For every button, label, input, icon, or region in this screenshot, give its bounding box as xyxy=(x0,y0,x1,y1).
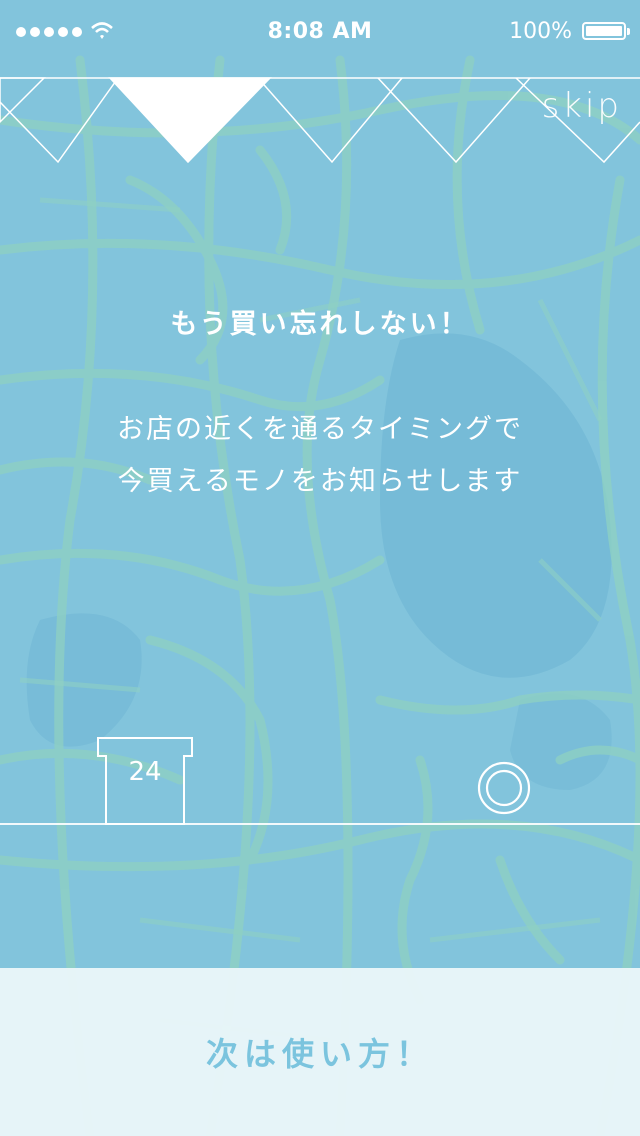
location-ring-icon xyxy=(477,761,531,815)
next-button[interactable]: 次は使い方！ xyxy=(0,968,640,1136)
map-background xyxy=(0,0,640,1136)
page-indicator-4[interactable] xyxy=(377,77,531,164)
description-line-1: お店の近くを通るタイミングで xyxy=(117,414,523,445)
status-bar: 8:08 AM 100% xyxy=(0,0,640,64)
onboarding-description: お店の近くを通るタイミングで 今買えるモノをお知らせします xyxy=(0,404,640,508)
calendar-number: 24 xyxy=(128,757,162,787)
page-indicator-2-active[interactable] xyxy=(108,77,272,164)
battery-percentage: 100% xyxy=(509,19,572,44)
timeline-divider xyxy=(0,823,640,825)
next-button-label: 次は使い方！ xyxy=(205,1035,434,1073)
skip-button[interactable]: skip xyxy=(542,86,622,126)
onboarding-screen: 8:08 AM 100% skip もう買い忘れしない！ お店の近くを通るタイミ… xyxy=(0,0,640,1136)
onboarding-headline: もう買い忘れしない！ xyxy=(170,309,470,340)
page-indicator-3[interactable] xyxy=(257,77,403,164)
battery-icon xyxy=(582,22,630,40)
page-indicator-1[interactable] xyxy=(0,77,119,164)
description-line-2: 今買えるモノをお知らせします xyxy=(117,466,523,497)
